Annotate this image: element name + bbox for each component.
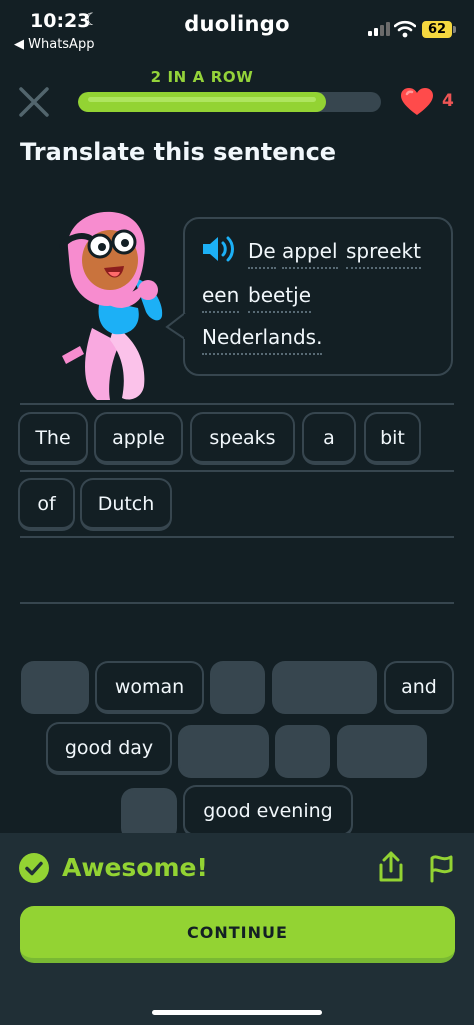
answer-tile[interactable]: bit	[364, 412, 421, 465]
answer-tile[interactable]: The	[18, 412, 88, 465]
answer-tile[interactable]: speaks	[190, 412, 295, 465]
progress-bar	[78, 92, 381, 112]
word-bank-placeholder	[178, 725, 269, 778]
battery-tip	[453, 26, 456, 33]
word-bank-placeholder	[21, 661, 89, 714]
prompt-word[interactable]: een	[202, 283, 240, 313]
check-icon	[19, 853, 49, 883]
progress-fill	[78, 92, 327, 112]
answer-tile[interactable]: Dutch	[80, 478, 172, 531]
flag-icon[interactable]	[426, 853, 456, 883]
word-bank-tile[interactable]: and	[384, 661, 454, 714]
answer-tile[interactable]: a	[302, 412, 356, 465]
result-title: Awesome!	[62, 853, 208, 882]
speaker-icon[interactable]	[201, 234, 237, 264]
speech-bubble-tail	[165, 313, 187, 340]
answer-line	[20, 470, 454, 472]
word-bank-tile[interactable]: good evening	[183, 785, 353, 838]
answer-tile[interactable]: apple	[94, 412, 183, 465]
answer-line	[20, 602, 454, 604]
word-bank-placeholder	[275, 725, 330, 778]
character-illustration	[59, 211, 163, 400]
word-bank-placeholder	[210, 661, 265, 714]
signal-icon	[368, 22, 390, 36]
back-to-app-link[interactable]: ◀ WhatsApp	[14, 37, 94, 52]
answer-tile[interactable]: of	[18, 478, 75, 531]
battery-icon: 62	[422, 21, 452, 38]
prompt-word[interactable]: spreekt	[346, 239, 421, 269]
word-bank-placeholder	[337, 725, 427, 778]
streak-label: 2 IN A ROW	[150, 68, 254, 86]
share-icon[interactable]	[376, 851, 406, 883]
word-bank-placeholder	[272, 661, 377, 714]
home-indicator[interactable]	[152, 1010, 322, 1015]
prompt-word[interactable]: appel	[282, 239, 338, 269]
word-bank-tile[interactable]: good day	[46, 722, 172, 775]
prompt-word[interactable]: beetje	[248, 283, 312, 313]
answer-line	[20, 403, 454, 405]
prompt-title: Translate this sentence	[20, 138, 337, 166]
close-icon[interactable]	[16, 84, 52, 120]
answer-line	[20, 536, 454, 538]
status-bar: 10:23 ☾ ◀ WhatsApp duolingo 62	[0, 0, 474, 58]
wifi-icon	[394, 20, 416, 38]
prompt-word[interactable]: De	[248, 239, 276, 269]
word-bank-tile[interactable]: woman	[95, 661, 204, 714]
prompt-word[interactable]: Nederlands.	[202, 325, 323, 355]
heart-icon	[401, 88, 433, 115]
continue-button[interactable]: CONTINUE	[20, 906, 455, 963]
hearts-count: 4	[442, 91, 454, 111]
